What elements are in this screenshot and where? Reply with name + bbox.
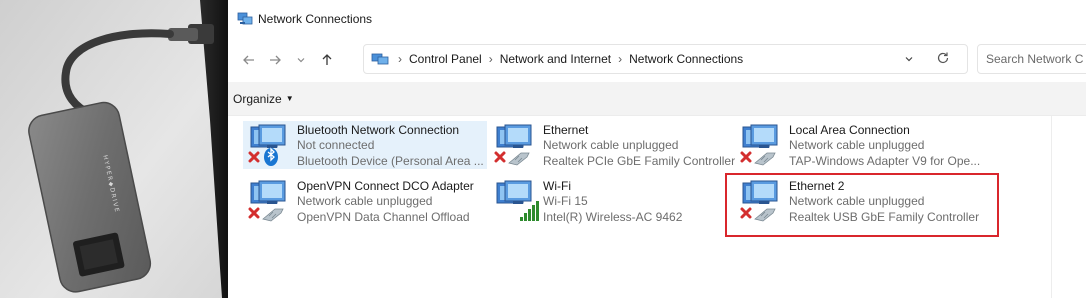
connection-status: Not connected bbox=[297, 138, 375, 152]
back-button[interactable] bbox=[236, 45, 262, 75]
connection-status: Network cable unplugged bbox=[543, 138, 679, 152]
connection-device: OpenVPN Data Channel Offload bbox=[297, 209, 470, 224]
breadcrumb-separator: › bbox=[618, 52, 623, 66]
connection-status: Network cable unplugged bbox=[789, 138, 925, 152]
pane-divider bbox=[1051, 116, 1052, 298]
breadcrumb-separator: › bbox=[488, 52, 493, 66]
screenshot-root: HYPER◆DRIVE Network Connections › Contro… bbox=[0, 0, 1086, 298]
connection-device: Realtek PCIe GbE Family Controller bbox=[543, 153, 736, 168]
connection-item-local-area[interactable]: Local Area Connection Network cable unpl… bbox=[735, 121, 981, 169]
connection-device: Bluetooth Device (Personal Area ... bbox=[297, 153, 484, 168]
chevron-down-icon bbox=[297, 58, 305, 63]
control-panel-icon bbox=[371, 53, 389, 65]
forward-button[interactable] bbox=[262, 45, 288, 75]
breadcrumb-control-panel[interactable]: Control Panel bbox=[409, 52, 482, 66]
connection-name: Wi-Fi bbox=[543, 179, 571, 193]
refresh-button[interactable] bbox=[936, 51, 950, 69]
connection-device: Intel(R) Wireless-AC 9462 bbox=[543, 209, 683, 224]
organize-menu-button[interactable]: Organize ▼ bbox=[233, 92, 294, 106]
connection-name: Local Area Connection bbox=[789, 123, 910, 137]
address-bar[interactable]: › Control Panel › Network and Internet ›… bbox=[363, 44, 968, 74]
connection-item-ethernet[interactable]: Ethernet Network cable unplugged Realtek… bbox=[489, 121, 736, 169]
network-connections-icon bbox=[237, 12, 253, 25]
search-input[interactable]: Search Network C bbox=[977, 44, 1086, 74]
usb-hub-photo: HYPER◆DRIVE bbox=[0, 0, 228, 298]
highlight-annotation-box bbox=[725, 173, 999, 237]
network-connections-window: Network Connections › Control Panel › Ne… bbox=[228, 0, 1086, 298]
breadcrumb-separator: › bbox=[398, 52, 402, 66]
connection-item-bluetooth[interactable]: Bluetooth Network Connection Not connect… bbox=[243, 121, 487, 169]
breadcrumb-network-connections[interactable]: Network Connections bbox=[629, 52, 743, 66]
ethernet-unplugged-icon bbox=[247, 179, 297, 225]
connection-status: Wi-Fi 15 bbox=[543, 194, 588, 208]
arrow-up-icon bbox=[322, 54, 332, 65]
connection-name: OpenVPN Connect DCO Adapter bbox=[297, 179, 474, 193]
command-bar: Organize ▼ bbox=[228, 82, 1086, 116]
bluetooth-network-icon bbox=[247, 123, 297, 169]
connection-name: Bluetooth Network Connection bbox=[297, 123, 460, 137]
window-title: Network Connections bbox=[258, 12, 373, 26]
recent-locations-button[interactable] bbox=[288, 45, 314, 75]
arrow-right-icon bbox=[270, 55, 281, 65]
connection-status: Network cable unplugged bbox=[297, 194, 433, 208]
wifi-connected-icon bbox=[493, 179, 543, 225]
connection-device: TAP-Windows Adapter V9 for Ope... bbox=[789, 153, 981, 168]
arrow-left-icon bbox=[243, 55, 254, 65]
ethernet-unplugged-icon bbox=[739, 123, 789, 169]
connection-name: Ethernet bbox=[543, 123, 589, 137]
address-dropdown-button[interactable] bbox=[903, 53, 915, 68]
connections-view: Bluetooth Network Connection Not connect… bbox=[228, 116, 1086, 298]
navigation-bar: › Control Panel › Network and Internet ›… bbox=[228, 38, 1086, 82]
chevron-down-icon bbox=[905, 57, 913, 62]
ethernet-unplugged-icon bbox=[493, 123, 543, 169]
caret-down-icon: ▼ bbox=[285, 94, 294, 103]
up-button[interactable] bbox=[314, 45, 340, 75]
title-bar: Network Connections bbox=[228, 0, 1086, 38]
connection-item-wifi[interactable]: Wi-Fi Wi-Fi 15 Intel(R) Wireless-AC 9462 bbox=[489, 177, 733, 225]
usb-hub-photo-image: HYPER◆DRIVE bbox=[0, 0, 228, 298]
organize-label: Organize bbox=[233, 91, 282, 106]
refresh-icon bbox=[937, 52, 949, 64]
connection-item-openvpn[interactable]: OpenVPN Connect DCO Adapter Network cabl… bbox=[243, 177, 487, 225]
breadcrumb-network-and-internet[interactable]: Network and Internet bbox=[500, 52, 611, 66]
